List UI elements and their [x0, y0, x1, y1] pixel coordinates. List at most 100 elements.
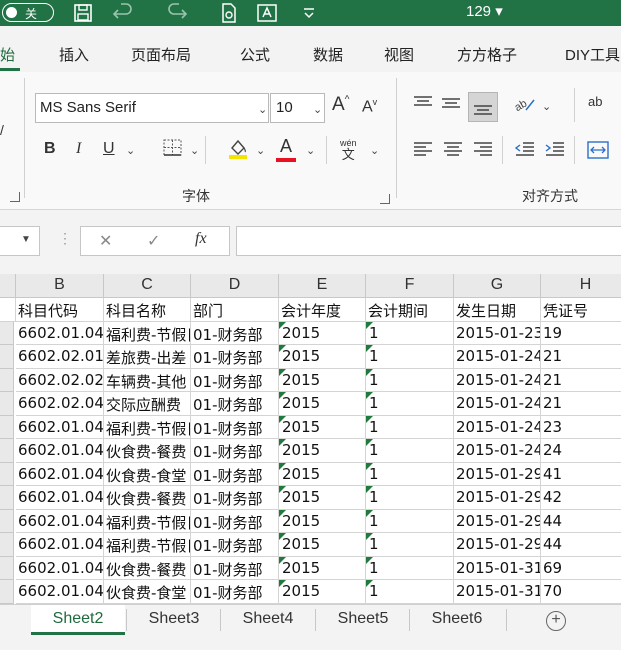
add-sheet-icon[interactable]: + [546, 611, 566, 631]
table-cell[interactable]: 01-财务部 [191, 533, 279, 557]
table-cell[interactable]: 6602.01.04 [16, 415, 104, 439]
table-cell[interactable]: 2015-01-29 [454, 486, 541, 510]
table-cell[interactable]: 6602.01.04 [16, 509, 104, 533]
table-cell[interactable]: 6602.02.01 [16, 345, 104, 369]
table-cell[interactable]: 6602.01.04 [16, 462, 104, 486]
table-cell[interactable]: 6602.02.04 [16, 392, 104, 416]
align-right-icon[interactable] [472, 140, 494, 163]
chevron-down-icon[interactable]: ⌄ [370, 144, 379, 157]
chevron-down-icon[interactable]: ⌄ [306, 144, 315, 157]
table-cell[interactable]: 2015 [279, 368, 366, 392]
table-cell[interactable]: 1 [366, 345, 454, 369]
table-cell[interactable]: 2015 [279, 392, 366, 416]
tab-diy-tools[interactable]: DIY工具 [565, 44, 620, 65]
spreadsheet-grid[interactable]: BCDEFGH 次科目代码科目名称部门会计年度会计期间发生日期凭证号 6602.01… [0, 274, 621, 604]
table-cell[interactable]: 2015-01-29 [454, 533, 541, 557]
table-cell[interactable]: 6602.01.04 [16, 533, 104, 557]
table-cell[interactable]: 福利费-节假日 [104, 533, 191, 557]
table-cell[interactable]: 01-财务部 [191, 368, 279, 392]
table-cell[interactable]: 2015 [279, 509, 366, 533]
align-top-icon[interactable] [412, 94, 434, 117]
header-cell[interactable]: 会计年度 [279, 298, 366, 322]
table-cell[interactable]: 01-财务部 [191, 509, 279, 533]
table-cell[interactable]: 2015-01-24 [454, 368, 541, 392]
table-cell[interactable]: 1 [366, 556, 454, 580]
align-middle-icon[interactable] [440, 94, 462, 117]
table-cell[interactable]: 23 [541, 416, 621, 439]
table-cell[interactable]: 2015 [279, 415, 366, 439]
table-cell[interactable]: 2015-01-24 [454, 415, 541, 439]
chevron-down-icon[interactable]: ⌄ [256, 144, 265, 157]
table-cell[interactable]: 69 [541, 557, 621, 580]
name-box[interactable]: ▼ [0, 226, 40, 256]
font-color-button[interactable]: A [276, 136, 296, 162]
header-cell[interactable]: 次 [0, 298, 16, 322]
table-cell[interactable]: 2015 [279, 439, 366, 463]
save-icon[interactable] [72, 3, 94, 23]
table-cell[interactable]: 01-财务部 [191, 486, 279, 510]
insert-function-icon[interactable]: fx [195, 230, 207, 248]
chevron-down-icon[interactable]: ⌄ [190, 144, 199, 157]
row-header[interactable] [0, 509, 14, 533]
table-cell[interactable]: 01-财务部 [191, 321, 279, 345]
merge-center-icon[interactable] [586, 140, 610, 165]
table-cell[interactable]: 交际应酬费 [104, 392, 191, 416]
column-header-e[interactable]: E [279, 274, 366, 298]
table-cell[interactable]: 1 [366, 439, 454, 463]
table-cell[interactable]: 1 [366, 462, 454, 486]
table-cell[interactable]: 6602.01.04 [16, 321, 104, 345]
chevron-down-icon[interactable]: ▼ [21, 234, 31, 245]
table-cell[interactable]: 2015-01-23 [454, 321, 541, 345]
increase-indent-icon[interactable] [544, 140, 566, 163]
column-header-f[interactable]: F [366, 274, 454, 298]
chevron-down-icon[interactable]: ⌄ [542, 100, 551, 113]
print-preview-icon[interactable] [218, 3, 240, 23]
table-cell[interactable]: 01-财务部 [191, 462, 279, 486]
row-header[interactable] [0, 415, 14, 439]
table-cell[interactable]: 伙食费-食堂 [104, 580, 191, 604]
table-cell[interactable]: 6602.01.04 [16, 439, 104, 463]
table-cell[interactable]: 伙食费-餐费 [104, 486, 191, 510]
table-cell[interactable]: 车辆费-其他 [104, 368, 191, 392]
header-cell[interactable]: 科目代码 [16, 298, 104, 322]
table-cell[interactable]: 1 [366, 415, 454, 439]
table-cell[interactable]: 伙食费-餐费 [104, 556, 191, 580]
column-header-c[interactable]: C [104, 274, 191, 298]
clipboard-launcher-icon[interactable] [10, 192, 20, 202]
sheet-tab-sheet4[interactable]: Sheet4 [221, 605, 315, 635]
sheet-tab-sheet5[interactable]: Sheet5 [316, 605, 410, 635]
column-header-b[interactable]: B [16, 274, 104, 298]
table-cell[interactable]: 伙食费-食堂 [104, 462, 191, 486]
table-cell[interactable]: 2015 [279, 580, 366, 604]
sheet-tab-sheet3[interactable]: Sheet3 [127, 605, 221, 635]
header-cell[interactable]: 发生日期 [454, 298, 541, 322]
table-cell[interactable]: 福利费-节假日 [104, 509, 191, 533]
table-cell[interactable]: 6602.01.04 [16, 580, 104, 604]
wrap-text-button[interactable]: ab [588, 94, 602, 109]
undo-icon[interactable] [112, 3, 134, 23]
column-header-d[interactable]: D [191, 274, 279, 298]
underline-button[interactable]: U [103, 140, 115, 158]
qat-more-icon[interactable] [298, 3, 320, 23]
table-cell[interactable]: 1 [366, 509, 454, 533]
chevron-down-icon[interactable]: ⌄ [258, 103, 267, 116]
table-cell[interactable]: 44 [541, 533, 621, 557]
row-header[interactable] [0, 345, 14, 369]
column-header-g[interactable]: G [454, 274, 541, 298]
table-cell[interactable]: 2015-01-24 [454, 345, 541, 369]
sheet-tab-sheet6[interactable]: Sheet6 [410, 605, 504, 635]
redo-icon[interactable] [166, 3, 188, 23]
tab-insert[interactable]: 插入 [59, 44, 89, 65]
table-cell[interactable]: 6602.02.02 [16, 368, 104, 392]
sheet-tab-sheet2[interactable]: Sheet2 [31, 605, 125, 635]
row-header[interactable] [0, 556, 14, 580]
decrease-indent-icon[interactable] [514, 140, 536, 163]
document-title[interactable]: 129 ▾ [466, 2, 503, 20]
tab-data[interactable]: 数据 [313, 44, 343, 65]
row-header[interactable] [0, 462, 14, 486]
table-cell[interactable]: 2015 [279, 556, 366, 580]
table-cell[interactable]: 福利费-节假日 [104, 321, 191, 345]
table-cell[interactable]: 2015 [279, 321, 366, 345]
row-header[interactable] [0, 368, 14, 392]
font-name-combobox[interactable]: MS Sans Serif ⌄ [35, 93, 269, 123]
